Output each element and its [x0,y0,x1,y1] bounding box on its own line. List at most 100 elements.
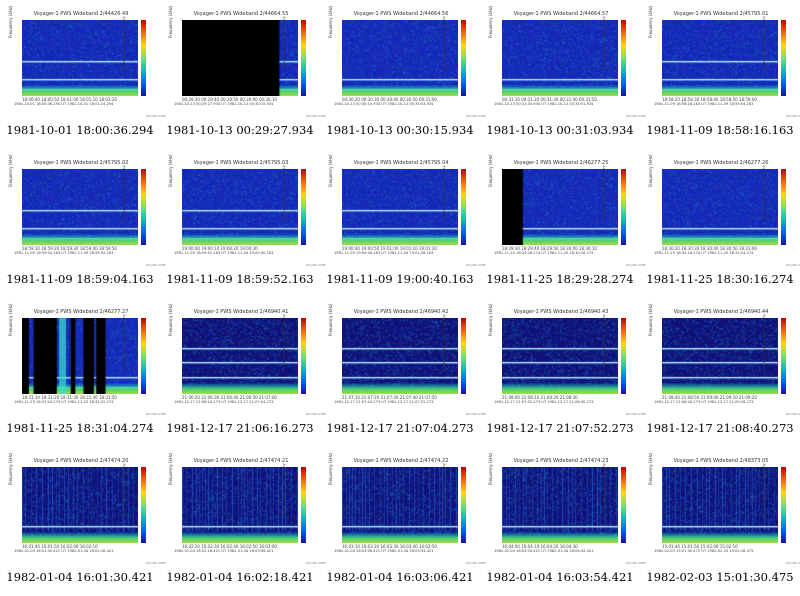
x-axis-info: 1981-10-13 00:30:15.934 UT 1981-10-13 00… [334,102,434,106]
y-axis-label: Frequency (kHz) [648,154,653,187]
spectrogram-panel[interactable]: Voyager-1 PWS Wideband 2/47474.21 Freque… [160,447,325,596]
x-axis-info: 1981-12-17 21:08:40.273 UT 1981-12-17 21… [654,400,754,404]
colorbar [621,20,626,96]
y-axis-label: Frequency (kHz) [488,452,493,485]
spectrogram-panel[interactable]: Voyager-1 PWS Wideband 2/44426.49 Freque… [0,0,165,149]
x-axis-info: 1982-01-04 16:03:06.421 UT 1982-01-04 16… [334,549,434,553]
panel-title: Voyager-1 PWS Wideband 2/46940.42 [353,309,449,315]
panel-caption[interactable]: 1981-12-17 21:06:16.273 [160,421,320,435]
colorbar [301,169,306,245]
spectrogram-panel[interactable]: Voyager-1 PWS Wideband 2/46277.25 Freque… [480,149,645,298]
panel-caption[interactable]: 1981-12-17 21:07:52.273 [480,421,640,435]
spectrogram-panel[interactable]: Voyager-1 PWS Wideband 2/45795.02 Freque… [0,149,165,298]
colorbar-label: relative power spectral density [442,16,446,72]
spectrogram-image[interactable] [662,20,778,96]
panel-caption[interactable]: 1981-11-09 18:59:52.163 [160,272,320,286]
colorbar [141,20,146,96]
x-axis-info: 1981-12-17 21:07:52.273 UT 1981-12-17 21… [494,400,594,404]
spectrogram-image[interactable] [502,20,618,96]
panel-caption[interactable]: 1981-10-13 00:29:27.934 [160,123,320,137]
colorbar-label: relative power spectral density [762,463,766,519]
spectrogram-panel[interactable]: Voyager-1 PWS Wideband 2/47474.20 Freque… [0,447,165,596]
panel-caption[interactable]: 1981-12-17 21:07:04.273 [320,421,480,435]
x-axis-info: 1982-01-04 16:02:18.421 UT 1982-01-04 16… [174,549,274,553]
spectrogram-panel[interactable]: Voyager-1 PWS Wideband 2/45795.01 Freque… [640,0,800,149]
spectrogram-image[interactable] [182,169,298,245]
x-axis-info: 1981-11-25 18:30:16.274 UT 1981-11-25 18… [654,251,754,255]
y-axis-label: Frequency (kHz) [488,5,493,38]
spectrogram-image[interactable] [342,169,458,245]
panel-caption[interactable]: 1981-11-09 19:00:40.163 [320,272,480,286]
spectrogram-image[interactable] [22,467,138,543]
colorbar-label: relative power spectral density [602,463,606,519]
y-axis-label: Frequency (kHz) [488,154,493,187]
panel-title: Voyager-1 PWS Wideband 2/47474.23 [513,458,609,464]
spectrogram-panel[interactable]: Voyager-1 PWS Wideband 2/47474.23 Freque… [480,447,645,596]
spectrogram-panel[interactable]: Voyager-1 PWS Wideband 2/46940.44 Freque… [640,298,800,447]
colorbar [621,318,626,394]
spectrogram-image[interactable] [342,20,458,96]
spectrogram-panel[interactable]: Voyager-1 PWS Wideband 2/44664.57 Freque… [480,0,645,149]
panel-caption[interactable]: 1981-10-01 18:00:36.294 [0,123,160,137]
spectrogram-image[interactable] [662,318,778,394]
spectrogram-panel[interactable]: Voyager-1 PWS Wideband 2/45795.03 Freque… [160,149,325,298]
spectrogram-image[interactable] [182,20,298,96]
panel-caption[interactable]: 1981-10-13 00:30:15.934 [320,123,480,137]
spectrogram-image[interactable] [22,20,138,96]
panel-caption[interactable]: 1982-01-04 16:01:30.421 [0,570,160,584]
x-axis-info: 1981-11-09 18:59:52.163 UT 1981-11-09 19… [174,251,274,255]
spectrogram-panel[interactable]: Voyager-1 PWS Wideband 2/46940.41 Freque… [160,298,325,447]
spectrogram-image[interactable] [22,169,138,245]
panel-caption[interactable]: 1981-10-13 00:31:03.934 [480,123,640,137]
colorbar [621,467,626,543]
colorbar-label: relative power spectral density [282,463,286,519]
y-axis-label: Frequency (kHz) [648,303,653,336]
spectrogram-image[interactable] [182,467,298,543]
panel-caption[interactable]: 1981-11-09 18:59:04.163 [0,272,160,286]
y-axis-label: Frequency (kHz) [488,303,493,336]
colorbar [781,467,786,543]
spectrogram-panel[interactable]: Voyager-1 PWS Wideband 2/46940.42 Freque… [320,298,485,447]
x-axis-info: 1981-11-25 18:29:28.274 UT 1981-11-25 18… [494,251,594,255]
spectrogram-image[interactable] [342,318,458,394]
colorbar-label: relative power spectral density [122,314,126,370]
spectrogram-panel[interactable]: Voyager-1 PWS Wideband 2/44664.55 Freque… [160,0,325,149]
panel-caption[interactable]: 1981-11-09 18:58:16.163 [640,123,800,137]
spectrogram-panel[interactable]: Voyager-1 PWS Wideband 2/46277.26 Freque… [640,149,800,298]
spectrogram-image[interactable] [662,467,778,543]
panel-caption[interactable]: 1982-01-04 16:03:54.421 [480,570,640,584]
x-axis-info: 1981-10-01 18:00:36.294 UT 1981-10-01 18… [14,102,114,106]
spectrogram-image[interactable] [502,169,618,245]
x-axis-info: 1981-11-09 18:58:16.163 UT 1981-11-09 18… [654,102,754,106]
spectrogram-panel[interactable]: Voyager-1 PWS Wideband 2/46940.43 Freque… [480,298,645,447]
credit-label: JHU/APL/AMB [786,114,800,118]
spectrogram-panel[interactable]: Voyager-1 PWS Wideband 2/48373.05 Freque… [640,447,800,596]
panel-caption[interactable]: 1981-11-25 18:31:04.274 [0,421,160,435]
panel-title: Voyager-1 PWS Wideband 2/47474.20 [33,458,129,464]
spectrogram-image[interactable] [662,169,778,245]
spectrogram-panel[interactable]: Voyager-1 PWS Wideband 2/44664.56 Freque… [320,0,485,149]
spectrogram-panel[interactable]: Voyager-1 PWS Wideband 2/47474.22 Freque… [320,447,485,596]
spectrogram-image[interactable] [342,467,458,543]
colorbar-label: relative power spectral density [442,165,446,221]
spectrogram-image[interactable] [502,318,618,394]
panel-caption[interactable]: 1982-02-03 15:01:30.475 [640,570,800,584]
spectrogram-panel[interactable]: Voyager-1 PWS Wideband 2/45795.04 Freque… [320,149,485,298]
x-axis-info: 1982-02-03 15:01:30.475 UT 1982-02-03 15… [654,549,754,553]
colorbar-label: relative power spectral density [762,314,766,370]
panel-caption[interactable]: 1981-11-25 18:29:28.274 [480,272,640,286]
colorbar-label: relative power spectral density [602,314,606,370]
colorbar [781,169,786,245]
spectrogram-panel[interactable]: Voyager-1 PWS Wideband 2/46277.27 Freque… [0,298,165,447]
x-axis-info: 1982-01-04 16:01:30.421 UT 1982-01-04 16… [14,549,114,553]
panel-caption[interactable]: 1982-01-04 16:03:06.421 [320,570,480,584]
panel-caption[interactable]: 1981-12-17 21:08:40.273 [640,421,800,435]
y-axis-label: Frequency (kHz) [328,5,333,38]
spectrogram-image[interactable] [22,318,138,394]
panel-caption[interactable]: 1981-11-25 18:30:16.274 [640,272,800,286]
spectrogram-image[interactable] [502,467,618,543]
spectrogram-image[interactable] [182,318,298,394]
x-axis-info: 1981-12-17 21:06:16.273 UT 1981-12-17 21… [174,400,274,404]
colorbar-label: relative power spectral density [282,165,286,221]
panel-caption[interactable]: 1982-01-04 16:02:18.421 [160,570,320,584]
